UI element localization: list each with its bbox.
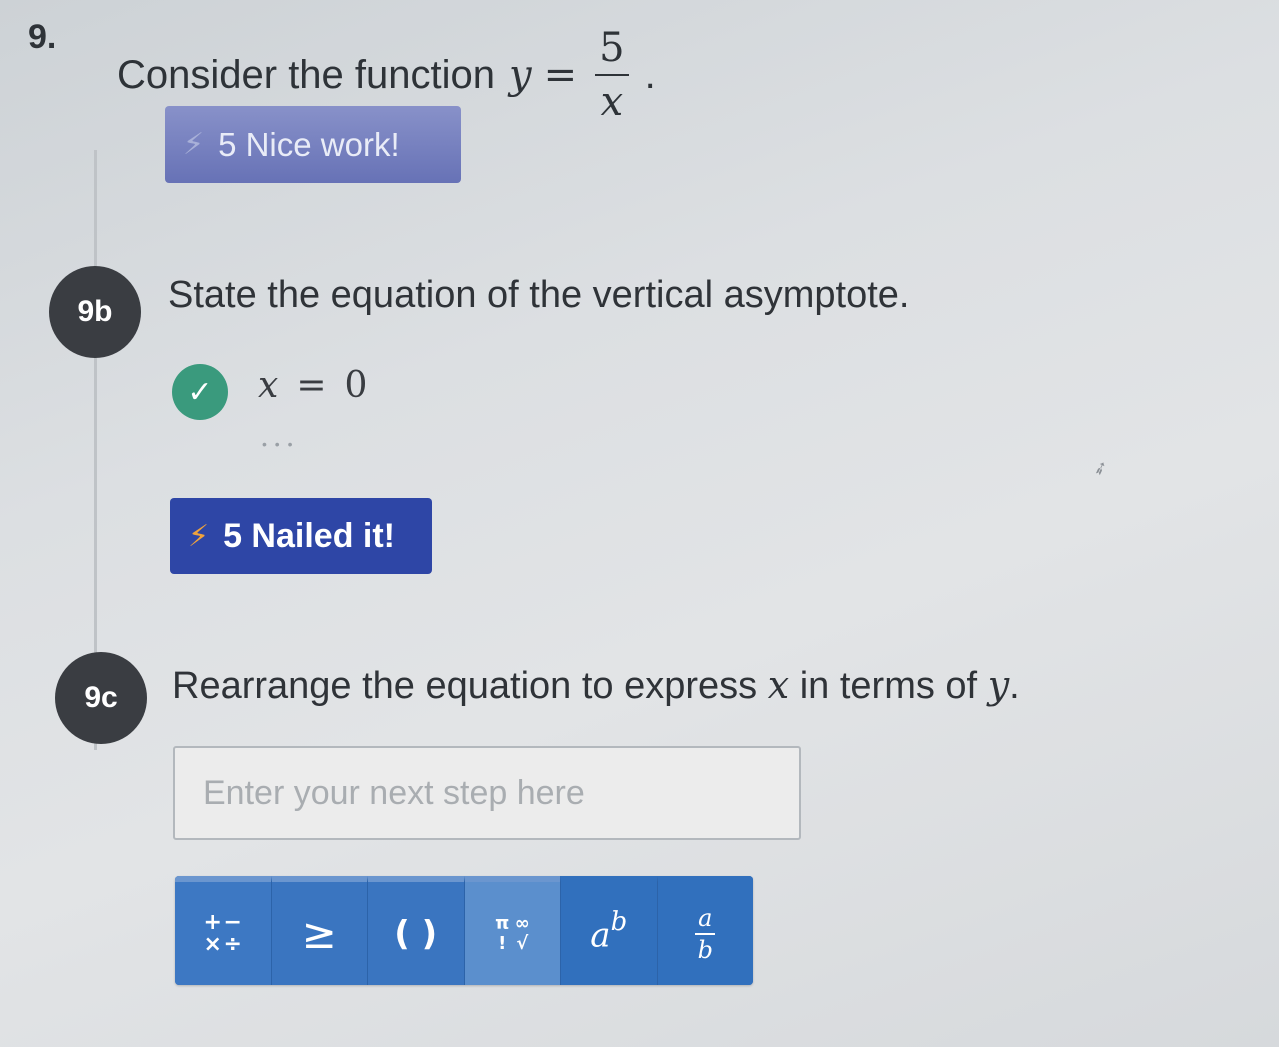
symbols-button[interactable]: π ∞ ! √ <box>463 876 560 985</box>
function-fraction: 5 x <box>595 28 629 125</box>
function-equals: = <box>543 52 578 98</box>
answer-9b: x = 0 <box>258 364 367 406</box>
nice-work-badge: ⚡ 5 Nice work! <box>165 106 461 183</box>
function-period: . <box>644 52 656 97</box>
power-button[interactable]: ab <box>560 876 657 985</box>
function-numerator: 5 <box>595 28 629 76</box>
prompt-9c-var-x: x <box>767 663 790 707</box>
function-lhs: y <box>509 52 532 98</box>
nailed-it-badge: ⚡ 5 Nailed it! <box>170 498 432 574</box>
mouse-cursor-icon: ➶ <box>1089 456 1111 481</box>
math-toolbar: + − × ÷ ≥ ( ) π ∞ ! √ ab a b <box>175 876 753 985</box>
inequality-icon: ≥ <box>301 909 337 958</box>
prompt-9c-pre: Rearrange the equation to express <box>172 665 758 707</box>
prompt-9c-mid: in terms of <box>799 665 978 707</box>
check-icon: ✓ <box>172 364 228 420</box>
answer-rhs: 0 <box>344 365 368 406</box>
lightning-bolt-icon: ⚡ <box>188 519 210 553</box>
answer-lhs: x <box>258 365 279 406</box>
prompt-9b: State the equation of the vertical asymp… <box>168 274 910 316</box>
question-number: 9. <box>28 18 57 56</box>
next-step-input[interactable] <box>173 746 801 840</box>
nice-work-text: 5 Nice work! <box>218 125 400 163</box>
fraction-button[interactable]: a b <box>656 876 753 985</box>
intro-text: Consider the function <box>117 52 496 97</box>
answer-equals: = <box>296 365 327 406</box>
lightning-bolt-icon: ⚡ <box>183 128 205 161</box>
prompt-9c-end: . <box>1009 665 1020 707</box>
operators-icon: + − × ÷ <box>203 909 242 957</box>
function-denominator: x <box>600 79 624 125</box>
nailed-it-text: 5 Nailed it! <box>223 516 396 555</box>
parentheses-icon: ( ) <box>394 913 438 954</box>
inequality-button[interactable]: ≥ <box>270 876 367 985</box>
prompt-9c-var-y: y <box>987 663 1010 707</box>
operators-button[interactable]: + − × ÷ <box>175 876 271 985</box>
prompt-9c: Rearrange the equation to express x in t… <box>172 663 1020 708</box>
parentheses-button[interactable]: ( ) <box>367 876 464 985</box>
symbols-icon: π ∞ ! √ <box>495 912 530 954</box>
power-icon: ab <box>590 907 628 956</box>
step-label-9c: 9c <box>55 652 147 744</box>
fraction-icon: a b <box>695 906 716 962</box>
more-options-dots[interactable]: • • • <box>262 436 294 452</box>
step-label-9b: 9b <box>49 266 141 358</box>
